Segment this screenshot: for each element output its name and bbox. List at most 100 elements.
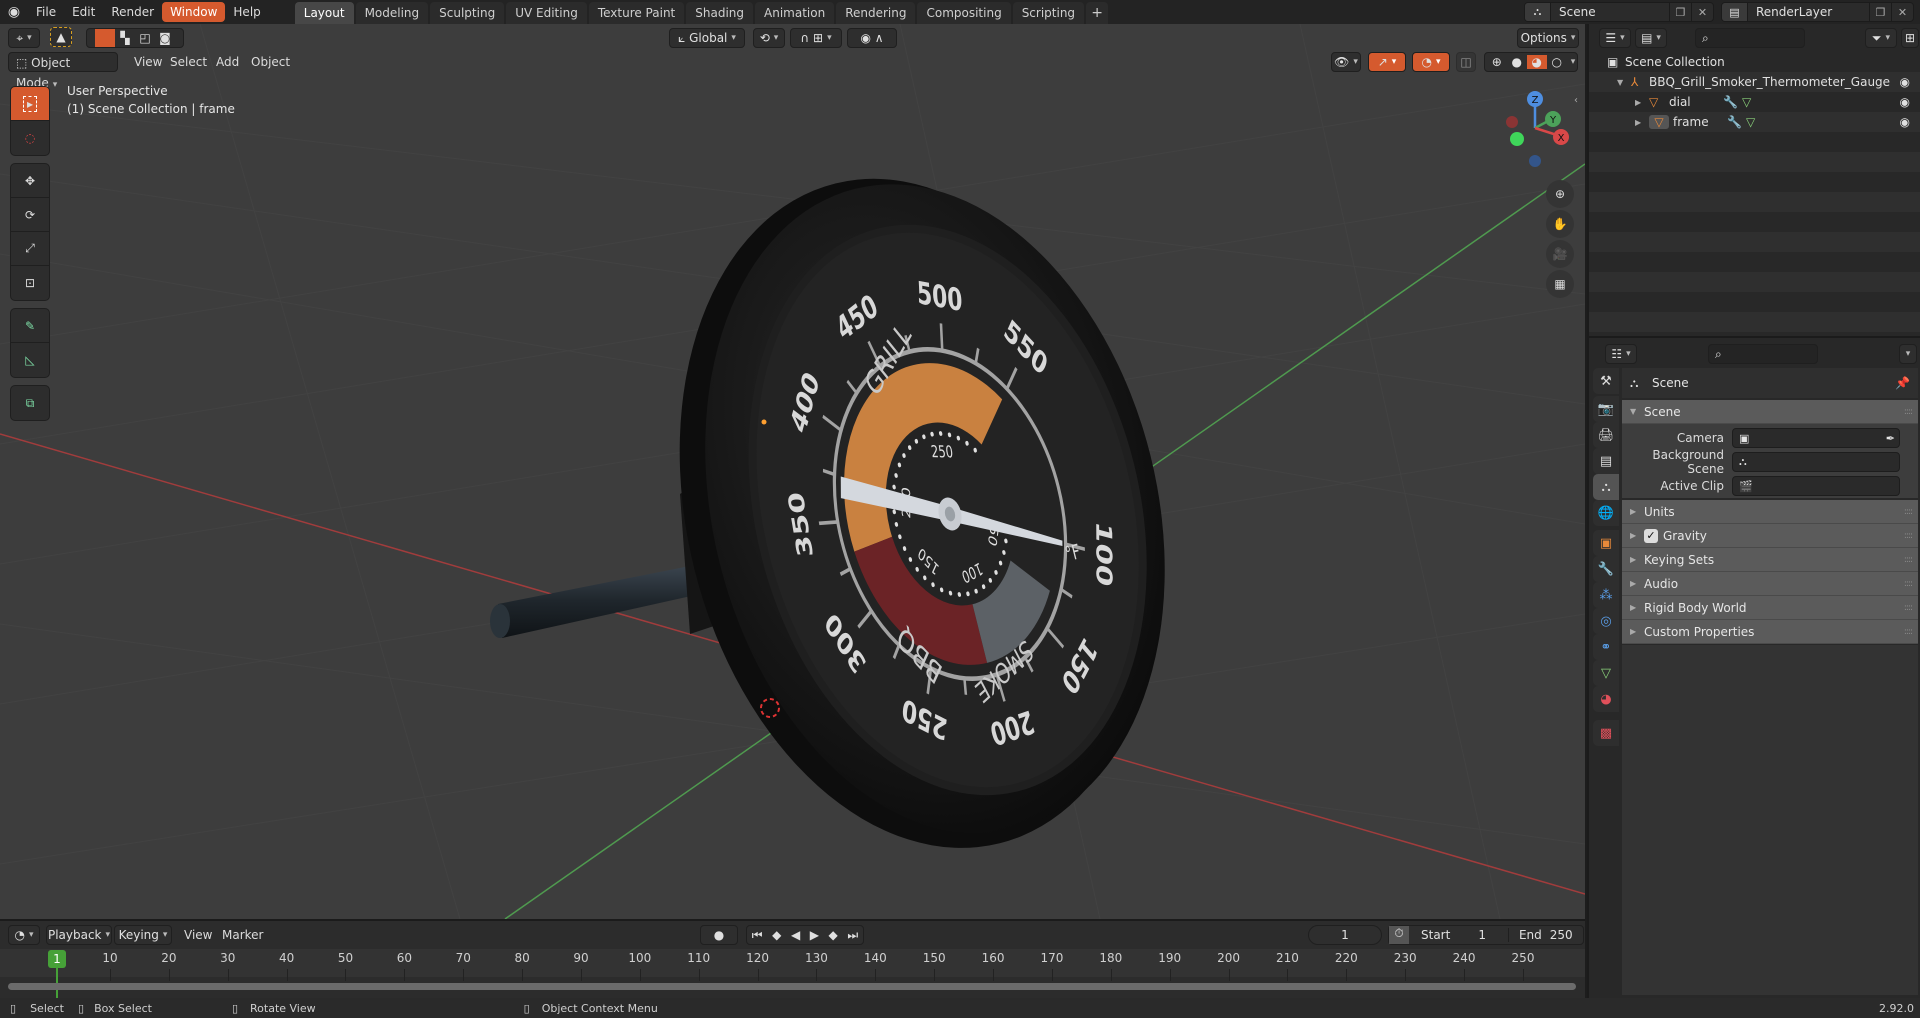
- panel-audio-header[interactable]: ▶ Audio::::: [1622, 572, 1918, 596]
- jump-end-icon[interactable]: ⏭: [847, 928, 858, 943]
- properties-tab-constraints-icon[interactable]: ⚭: [1593, 634, 1619, 660]
- properties-tab-view-layer-icon[interactable]: ▤: [1593, 448, 1619, 474]
- navigation-gizmo[interactable]: Z Y X: [1490, 84, 1580, 194]
- panel-rigid-body-world-header[interactable]: ▶ Rigid Body World::::: [1622, 596, 1918, 620]
- select-intersect-icon[interactable]: ◙: [155, 31, 175, 45]
- panel-custom-properties-header[interactable]: ▶ Custom Properties::::: [1622, 620, 1918, 644]
- drag-handle-icon[interactable]: ::::: [1904, 507, 1913, 517]
- stopwatch-icon[interactable]: ⏱: [1389, 926, 1409, 944]
- tool-transform[interactable]: ⊡: [11, 266, 49, 300]
- menu-add[interactable]: Add: [209, 52, 246, 72]
- panel-units-header[interactable]: ▶ Units::::: [1622, 500, 1918, 524]
- select-new-icon[interactable]: [95, 29, 115, 47]
- tab-layout[interactable]: Layout: [294, 2, 354, 24]
- tab-uv-editing[interactable]: UV Editing: [506, 2, 587, 24]
- outliner-row-dial[interactable]: ▶ ▽ dial 🔧 ▽ ◉: [1589, 92, 1920, 112]
- visibility-eye-icon[interactable]: ◉: [1900, 75, 1910, 89]
- properties-tab-material-icon[interactable]: ◕: [1593, 686, 1619, 712]
- eyedropper-icon[interactable]: ✒: [1886, 432, 1895, 445]
- jump-start-icon[interactable]: ⏮: [752, 928, 763, 943]
- new-view-layer-icon[interactable]: ❐: [1869, 3, 1891, 21]
- properties-tab-render-icon[interactable]: 📷: [1593, 396, 1619, 422]
- delete-scene-icon[interactable]: ✕: [1691, 3, 1713, 21]
- shading-material-icon[interactable]: ◕: [1526, 55, 1547, 69]
- timeline-menu-marker[interactable]: Marker: [215, 925, 270, 945]
- modifier-wrench-icon[interactable]: 🔧: [1727, 115, 1742, 129]
- gravity-checkbox[interactable]: ✓: [1644, 528, 1658, 543]
- properties-tab-tool-icon[interactable]: ⚒: [1593, 368, 1619, 394]
- tool-cursor[interactable]: ◌: [11, 121, 49, 155]
- tool-scale[interactable]: ⤢: [11, 232, 49, 266]
- display-mode-dropdown[interactable]: ▤ ▾: [1635, 28, 1667, 48]
- drag-handle-icon[interactable]: ::::: [1904, 627, 1913, 637]
- properties-tab-particles-icon[interactable]: ⁂: [1593, 582, 1619, 608]
- properties-editor-type[interactable]: ☷ ▾: [1605, 344, 1637, 364]
- properties-tab-modifiers-icon[interactable]: 🔧: [1593, 556, 1619, 582]
- zoom-view-button[interactable]: ⊕: [1546, 180, 1574, 208]
- drag-handle-icon[interactable]: ::::: [1904, 603, 1913, 613]
- shading-options-icon[interactable]: ▾: [1571, 57, 1576, 67]
- scene-selector[interactable]: ⛬ Scene ❐ ✕: [1524, 2, 1714, 22]
- tool-measure[interactable]: ◺: [11, 343, 49, 377]
- expand-icon[interactable]: ▶: [1635, 118, 1649, 127]
- tab-scripting[interactable]: Scripting: [1012, 2, 1085, 24]
- scene-name[interactable]: Scene: [1551, 5, 1669, 19]
- start-frame-field[interactable]: 1: [1478, 928, 1486, 942]
- tab-rendering[interactable]: Rendering: [836, 2, 916, 24]
- blender-logo-icon[interactable]: ◉: [0, 0, 28, 24]
- editor-type-button[interactable]: ⌖ ▾: [8, 28, 40, 48]
- select-subtract-icon[interactable]: ◰: [135, 31, 155, 45]
- menu-window[interactable]: Window: [162, 2, 226, 22]
- outliner[interactable]: ☰ ▾ ▤ ▾ ⌕ ⏷ ▾ ⊞ ▣ Scene Collection ▼ ⅄ BBQ_…: [1587, 24, 1920, 336]
- mode-dropdown[interactable]: ⬚ Object Mode ▾: [8, 52, 118, 90]
- expand-icon[interactable]: ▶: [1635, 98, 1649, 107]
- menu-help[interactable]: Help: [225, 2, 268, 22]
- properties-tab-data-icon[interactable]: ▽: [1593, 660, 1619, 686]
- tab-animation[interactable]: Animation: [755, 2, 835, 24]
- overlays-toggle[interactable]: ◔ ▾: [1412, 52, 1450, 72]
- select-tool-button[interactable]: ▲: [50, 27, 72, 47]
- new-collection-button[interactable]: ⊞: [1901, 28, 1919, 48]
- next-keyframe-icon[interactable]: ◆: [829, 928, 838, 942]
- drag-handle-icon[interactable]: ::::: [1904, 579, 1913, 589]
- pan-view-button[interactable]: ✋: [1546, 210, 1574, 238]
- current-frame-field[interactable]: 1: [1308, 925, 1382, 945]
- tool-rotate[interactable]: ⟳: [11, 198, 49, 232]
- timeline-editor-type[interactable]: ◔ ▾: [8, 925, 40, 945]
- properties-tab-scene-icon[interactable]: ⛬: [1593, 474, 1619, 500]
- properties-tab-object-icon[interactable]: ▣: [1593, 530, 1619, 556]
- playhead[interactable]: 1: [48, 950, 66, 968]
- properties-tab-physics-icon[interactable]: ◎: [1593, 608, 1619, 634]
- prev-keyframe-icon[interactable]: ◆: [772, 928, 781, 942]
- 3d-viewport[interactable]: 100 150 200 250 300 350 400 450 500 550 50 100 150 2…: [0, 24, 1585, 919]
- perspective-toggle-button[interactable]: ▦: [1546, 270, 1574, 298]
- visibility-eye-icon[interactable]: ◉: [1900, 95, 1910, 109]
- tab-compositing[interactable]: Compositing: [917, 2, 1011, 24]
- delete-view-layer-icon[interactable]: ✕: [1891, 3, 1913, 21]
- play-icon[interactable]: ▶: [810, 928, 819, 942]
- outliner-row-empty[interactable]: ▼ ⅄ BBQ_Grill_Smoker_Thermometer_Gauge ◉: [1589, 72, 1920, 92]
- tab-modeling[interactable]: Modeling: [355, 2, 429, 24]
- drag-handle-icon[interactable]: ::::: [1904, 555, 1913, 565]
- drag-handle-icon[interactable]: ::::: [1904, 407, 1913, 417]
- shading-rendered-icon[interactable]: ○: [1547, 55, 1567, 69]
- view-layer-selector[interactable]: ▤ RenderLayer ❐ ✕: [1721, 2, 1914, 22]
- add-workspace-button[interactable]: +: [1086, 2, 1109, 24]
- outliner-row-scene-collection[interactable]: ▣ Scene Collection: [1589, 52, 1920, 72]
- tab-sculpting[interactable]: Sculpting: [430, 2, 505, 24]
- properties-editor[interactable]: ☷ ▾ ⌕ ▾ ⚒ 📷 🖨 ▤ ⛬ 🌐 ▣ 🔧 ⁂ ◎ ⚭ ▽ ◕ ▩ ⛬ Scene 📌 ▼ Scene::…: [1587, 336, 1920, 998]
- menu-render[interactable]: Render: [103, 2, 162, 22]
- gizmo-toggle[interactable]: ↗ ▾: [1368, 52, 1406, 72]
- playback-dropdown[interactable]: Playback ▾: [46, 925, 112, 945]
- tool-move[interactable]: ✥: [11, 164, 49, 198]
- drag-handle-icon[interactable]: ::::: [1904, 531, 1913, 541]
- sidebar-toggle-icon[interactable]: ‹: [1574, 90, 1585, 112]
- pivot-dropdown[interactable]: ⟲ ▾: [753, 28, 785, 48]
- xray-toggle[interactable]: ◫: [1456, 52, 1476, 72]
- properties-search[interactable]: ⌕: [1708, 344, 1818, 364]
- visibility-eye-icon[interactable]: ◉: [1900, 115, 1910, 129]
- filter-dropdown[interactable]: ⏷ ▾: [1865, 28, 1897, 48]
- menu-edit[interactable]: Edit: [64, 2, 103, 22]
- tool-annotate[interactable]: ✎: [11, 309, 49, 343]
- pin-icon[interactable]: 📌: [1895, 376, 1910, 390]
